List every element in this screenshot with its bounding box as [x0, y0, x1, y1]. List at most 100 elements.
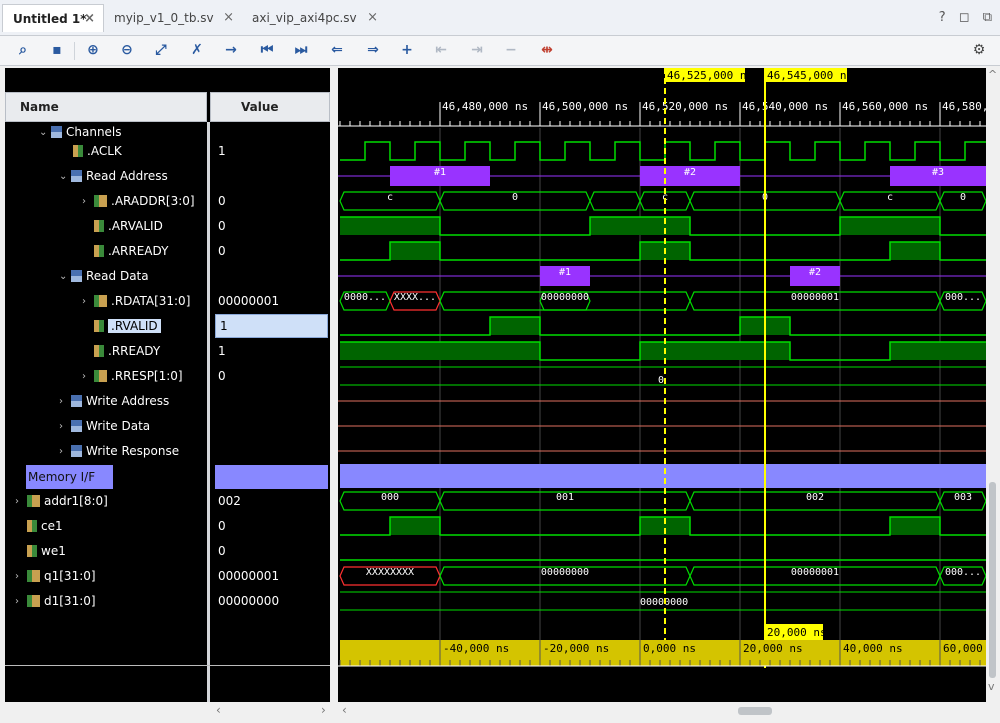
prev-transition-icon[interactable]: ⇐: [326, 39, 348, 61]
signal-row[interactable]: .ARREADY 0: [5, 239, 330, 264]
bus-icon: [27, 495, 40, 507]
tab-myip-tb[interactable]: myip_v1_0_tb.sv ×: [104, 4, 242, 32]
float-icon[interactable]: ⧉: [983, 10, 992, 25]
restore-icon[interactable]: ◻: [959, 10, 970, 25]
next-transition-icon[interactable]: ⇒: [362, 39, 384, 61]
chevron-right-icon[interactable]: ›: [59, 389, 63, 414]
signal-row[interactable]: .ARVALID 0: [5, 214, 330, 239]
signal-row[interactable]: ce1 0: [5, 514, 330, 539]
chevron-right-icon[interactable]: ›: [59, 414, 63, 439]
signal-row[interactable]: ⌄ Read Data: [5, 264, 330, 289]
help-icon[interactable]: ?: [939, 10, 946, 25]
chevron-right-icon[interactable]: ›: [82, 189, 86, 214]
bus-value: 002: [806, 492, 824, 503]
signal-row[interactable]: .RREADY 1: [5, 339, 330, 364]
close-icon[interactable]: ×: [84, 5, 95, 33]
tab-untitled[interactable]: Untitled 1* ×: [2, 4, 104, 32]
signal-row[interactable]: › .RDATA[31:0] 00000001: [5, 289, 330, 314]
txn-label: #2: [684, 167, 696, 178]
signal-name[interactable]: .ARVALID: [94, 214, 163, 239]
wave-fill: [390, 517, 440, 535]
name-column-header[interactable]: Name: [5, 92, 207, 122]
vscroll-thumb[interactable]: [989, 482, 996, 678]
signal-name[interactable]: q1[31:0]: [27, 564, 96, 589]
swap-cursors-icon[interactable]: ⇹: [536, 39, 558, 61]
go-first-icon[interactable]: ⏮: [256, 39, 278, 61]
signal-row[interactable]: › Write Address: [5, 389, 330, 414]
bus-value: 000...: [945, 292, 981, 303]
chevron-down-icon[interactable]: ⌄: [59, 264, 67, 289]
value-column-header[interactable]: Value: [210, 92, 330, 122]
waveform-view[interactable]: 46,480,000 ns 46,500,000 ns 46,520,000 ns 4…: [338, 68, 1000, 720]
chevron-right-icon[interactable]: ›: [15, 489, 19, 514]
go-last-icon[interactable]: ⏭: [290, 39, 312, 61]
bus-value: 000: [381, 492, 399, 503]
ruler-label: 46,480,000 ns: [442, 100, 528, 113]
chevron-right-icon[interactable]: ›: [15, 564, 19, 589]
prev-marker-icon[interactable]: ⇤: [430, 39, 452, 61]
signal-name[interactable]: .RRESP[1:0]: [94, 364, 183, 389]
chevron-down-icon[interactable]: ⌄: [59, 164, 67, 189]
settings-icon[interactable]: ⚙: [968, 39, 990, 61]
txn-label: #3: [932, 167, 944, 178]
signal-row[interactable]: › .ARADDR[3:0] 0: [5, 189, 330, 214]
signal-name[interactable]: Read Data: [71, 264, 149, 289]
signal-row[interactable]: › Write Response: [5, 439, 330, 464]
bus-value: 00000001: [791, 292, 839, 303]
signal-name[interactable]: .RDATA[31:0]: [94, 289, 190, 314]
signal-name[interactable]: .ARADDR[3:0]: [94, 189, 195, 214]
signal-row[interactable]: ⌄ Read Address: [5, 164, 330, 189]
chevron-right-icon[interactable]: ›: [15, 589, 19, 614]
signal-name[interactable]: we1: [27, 539, 66, 564]
signal-name[interactable]: addr1[8:0]: [27, 489, 108, 514]
signal-row[interactable]: we1 0: [5, 539, 330, 564]
tab-axi-vip[interactable]: axi_vip_axi4pc.sv ×: [242, 4, 386, 32]
add-marker-icon[interactable]: +: [396, 39, 418, 61]
vertical-scrollbar[interactable]: ^ v: [986, 68, 999, 720]
signal-name[interactable]: .RREADY: [94, 339, 160, 364]
zoom-out-icon[interactable]: ⊖: [116, 39, 138, 61]
signal-label: ce1: [41, 519, 63, 533]
signal-name[interactable]: .ACLK: [73, 139, 122, 164]
signal-row[interactable]: › q1[31:0] 00000001: [5, 564, 330, 589]
signal-name[interactable]: .RVALID: [94, 314, 161, 339]
signal-label: .RDATA[31:0]: [111, 294, 191, 308]
signal-row[interactable]: › .RRESP[1:0] 0: [5, 364, 330, 389]
signal-name[interactable]: Write Data: [71, 414, 150, 439]
zoom-fit-icon[interactable]: ⤢: [150, 39, 172, 61]
next-marker-icon[interactable]: ⇥: [466, 39, 488, 61]
bus-icon: [94, 370, 107, 382]
signal-row[interactable]: .ACLK 1: [5, 139, 330, 164]
delete-marker-icon[interactable]: −: [500, 39, 522, 61]
scroll-thumb[interactable]: [738, 707, 772, 715]
signal-name[interactable]: Read Address: [71, 164, 168, 189]
signal-name[interactable]: Write Response: [71, 439, 179, 464]
signal-name[interactable]: .ARREADY: [94, 239, 168, 264]
search-icon[interactable]: ⌕: [12, 39, 34, 61]
signal-row[interactable]: › Write Data: [5, 414, 330, 439]
signal-icon: [27, 520, 37, 532]
save-icon[interactable]: ▪: [46, 39, 68, 61]
signal-value[interactable]: 1: [215, 314, 328, 338]
close-icon[interactable]: ×: [367, 4, 378, 32]
signal-name[interactable]: Write Address: [71, 389, 169, 414]
signal-name[interactable]: d1[31:0]: [27, 589, 96, 614]
ruler-label: 46,540,000 ns: [742, 100, 828, 113]
bus-icon: [27, 595, 40, 607]
divider-memory-if[interactable]: Memory I/F: [26, 465, 113, 489]
signal-row[interactable]: › d1[31:0] 00000000: [5, 589, 330, 614]
chevron-right-icon[interactable]: ›: [82, 289, 86, 314]
chevron-right-icon[interactable]: ›: [59, 439, 63, 464]
signal-name[interactable]: ce1: [27, 514, 63, 539]
signal-row[interactable]: .RVALID 1: [5, 314, 330, 339]
scroll-left-icon: ‹: [342, 703, 347, 717]
zoom-in-icon[interactable]: ⊕: [82, 39, 104, 61]
close-icon[interactable]: ×: [223, 4, 234, 32]
goto-cursor-icon[interactable]: →: [220, 39, 242, 61]
group-icon: [71, 445, 82, 457]
cursor-icon[interactable]: ✗: [186, 39, 208, 61]
name-scrollbar[interactable]: ‹ ›: [5, 702, 330, 720]
chevron-right-icon[interactable]: ›: [82, 364, 86, 389]
signal-row[interactable]: › addr1[8:0] 002: [5, 489, 330, 514]
wave-scrollbar[interactable]: ‹: [338, 702, 986, 720]
